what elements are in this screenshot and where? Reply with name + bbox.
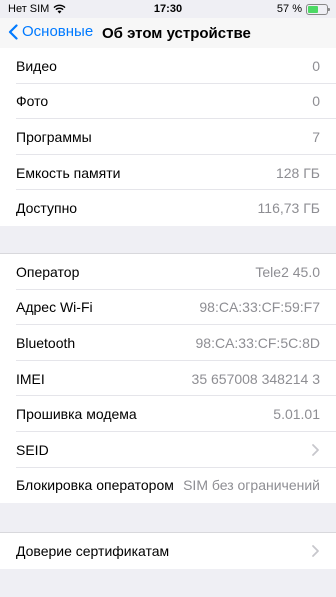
navigation-bar: Основные Об этом устройстве — [0, 18, 336, 51]
storage-group: Видео 0 Фото 0 Программы 7 Емкость памят… — [0, 48, 336, 226]
page-title: Об этом устройстве — [102, 25, 251, 42]
row-value: 0 — [312, 93, 320, 110]
chevron-right-icon — [312, 544, 319, 557]
status-bar: Нет SIM 17:30 57 % — [0, 0, 336, 18]
row-photo: Фото 0 — [0, 84, 336, 120]
row-label: Фото — [16, 93, 49, 110]
row-apps: Программы 7 — [0, 119, 336, 155]
row-bluetooth: Bluetooth 98:CA:33:CF:5C:8D — [0, 325, 336, 361]
back-label: Основные — [22, 23, 94, 40]
network-group: Оператор Tele2 45.0 Адрес Wi-Fi 98:CA:33… — [0, 253, 336, 504]
row-value: 128 ГБ — [275, 164, 320, 181]
row-value: 116,73 ГБ — [257, 200, 320, 217]
row-value: 5.01.01 — [273, 406, 320, 423]
row-value: 98:CA:33:CF:5C:8D — [195, 334, 321, 351]
row-label: Емкость памяти — [16, 164, 121, 181]
battery-percent: 57 % — [276, 3, 302, 15]
certificates-group: Доверие сертификатам — [0, 532, 336, 569]
chevron-right-icon — [312, 443, 319, 456]
row-label: Блокировка оператором — [16, 477, 174, 494]
row-label: Bluetooth — [16, 334, 76, 351]
row-label: Доступно — [16, 200, 78, 217]
row-modem-firmware: Прошивка модема 5.01.01 — [0, 396, 336, 432]
row-carrier[interactable]: Оператор Tele2 45.0 — [0, 254, 336, 290]
row-label: Видео — [16, 57, 57, 74]
row-label: Адрес Wi-Fi — [16, 299, 93, 316]
row-certificate-trust[interactable]: Доверие сертификатам — [0, 533, 336, 569]
row-label: Оператор — [16, 263, 80, 280]
row-value: SIM без ограничений — [183, 477, 320, 494]
row-label: Программы — [16, 128, 92, 145]
battery-icon — [306, 3, 330, 15]
row-video: Видео 0 — [0, 48, 336, 84]
status-right: 57 % — [276, 3, 330, 15]
row-value: 7 — [312, 128, 320, 145]
row-imei: IMEI 35 657008 348214 3 — [0, 361, 336, 397]
chevron-left-icon — [8, 23, 18, 40]
row-wifi-address: Адрес Wi-Fi 98:CA:33:CF:59:F7 — [0, 290, 336, 326]
row-label: Доверие сертификатам — [16, 542, 170, 559]
row-label: Прошивка модема — [16, 406, 137, 423]
row-value: 98:CA:33:CF:59:F7 — [199, 299, 320, 316]
row-seid[interactable]: SEID — [0, 432, 336, 468]
row-value: Tele2 45.0 — [255, 263, 320, 280]
row-label: IMEI — [16, 370, 45, 387]
row-value: 35 657008 348214 3 — [191, 370, 320, 387]
row-carrier-lock: Блокировка оператором SIM без ограничени… — [0, 468, 336, 504]
row-capacity: Емкость памяти 128 ГБ — [0, 155, 336, 191]
row-available: Доступно 116,73 ГБ — [0, 190, 336, 226]
row-label: SEID — [16, 441, 49, 458]
row-value: 0 — [312, 57, 320, 74]
back-button[interactable]: Основные — [8, 23, 93, 40]
